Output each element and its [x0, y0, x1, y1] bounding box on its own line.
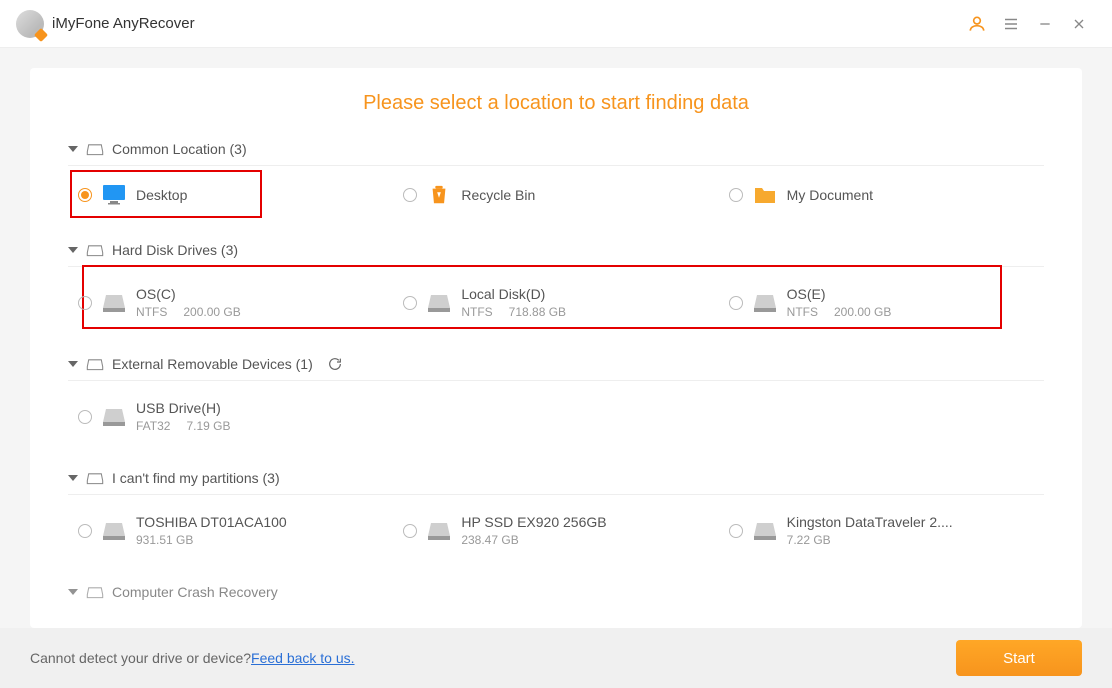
location-label: My Document	[787, 186, 873, 205]
section-title: Common Location (3)	[112, 141, 247, 157]
section-crash-recovery: Computer Crash Recovery	[68, 576, 1044, 608]
drive-icon	[86, 471, 104, 485]
location-label: Desktop	[136, 186, 187, 205]
start-button[interactable]: Start	[956, 640, 1082, 676]
radio[interactable]	[729, 188, 743, 202]
page-heading: Please select a location to start findin…	[30, 68, 1082, 133]
section-hdd: Hard Disk Drives (3) OS(C) NTFS 200.00 GB	[68, 234, 1044, 338]
section-title: External Removable Devices (1)	[112, 356, 313, 372]
chevron-down-icon	[68, 247, 78, 253]
chevron-down-icon	[68, 361, 78, 367]
hamburger-icon	[1002, 15, 1020, 33]
title-bar: iMyFone AnyRecover	[0, 0, 1112, 48]
section-header-lost[interactable]: I can't find my partitions (3)	[68, 462, 1044, 495]
drive-usb-h[interactable]: USB Drive(H) FAT32 7.19 GB	[68, 393, 393, 440]
drive-fs: FAT32	[136, 418, 170, 434]
drive-fs: NTFS	[787, 304, 818, 320]
app-title: iMyFone AnyRecover	[52, 15, 195, 32]
monitor-icon	[102, 184, 126, 206]
hdd-icon	[427, 292, 451, 314]
refresh-icon[interactable]	[327, 356, 343, 372]
radio[interactable]	[78, 524, 92, 538]
footer-prompt: Cannot detect your drive or device?	[30, 650, 251, 666]
trash-icon	[427, 184, 451, 206]
hdd-icon	[102, 406, 126, 428]
drive-name: USB Drive(H)	[136, 399, 231, 418]
location-desktop[interactable]: Desktop	[68, 178, 393, 212]
drive-icon	[86, 357, 104, 371]
drive-icon	[86, 243, 104, 257]
radio[interactable]	[403, 296, 417, 310]
partition-kingston[interactable]: Kingston DataTraveler 2.... 7.22 GB	[719, 507, 1044, 554]
minimize-icon	[1037, 16, 1053, 32]
drive-size: 238.47 GB	[461, 532, 518, 548]
app-logo-icon	[16, 10, 44, 38]
drive-name: Kingston DataTraveler 2....	[787, 513, 953, 532]
section-external: External Removable Devices (1) USB Drive…	[68, 348, 1044, 452]
hdd-icon	[753, 292, 777, 314]
location-recycle-bin[interactable]: Recycle Bin	[393, 178, 718, 212]
drive-icon	[86, 585, 104, 599]
section-lost-partitions: I can't find my partitions (3) TOSHIBA D…	[68, 462, 1044, 566]
location-list[interactable]: Common Location (3) Desktop Recycle Bin	[30, 133, 1082, 628]
section-header-crash[interactable]: Computer Crash Recovery	[68, 576, 1044, 608]
drive-size: 200.00 GB	[183, 304, 240, 320]
section-header-common[interactable]: Common Location (3)	[68, 133, 1044, 166]
footer-bar: Cannot detect your drive or device? Feed…	[0, 628, 1112, 688]
hdd-icon	[427, 520, 451, 542]
hdd-icon	[102, 292, 126, 314]
section-common: Common Location (3) Desktop Recycle Bin	[68, 133, 1044, 224]
hdd-icon	[753, 520, 777, 542]
location-my-document[interactable]: My Document	[719, 178, 1044, 212]
feedback-link[interactable]: Feed back to us.	[251, 650, 355, 666]
radio[interactable]	[729, 524, 743, 538]
radio[interactable]	[78, 410, 92, 424]
account-button[interactable]	[960, 7, 994, 41]
close-button[interactable]	[1062, 7, 1096, 41]
chevron-down-icon	[68, 475, 78, 481]
user-icon	[967, 14, 987, 34]
radio[interactable]	[403, 188, 417, 202]
drive-size: 7.22 GB	[787, 532, 831, 548]
drive-size: 200.00 GB	[834, 304, 891, 320]
drive-icon	[86, 142, 104, 156]
drive-fs: NTFS	[461, 304, 492, 320]
section-header-external[interactable]: External Removable Devices (1)	[68, 348, 1044, 381]
chevron-down-icon	[68, 589, 78, 595]
section-title: Hard Disk Drives (3)	[112, 242, 238, 258]
drive-fs: NTFS	[136, 304, 167, 320]
drive-name: OS(C)	[136, 285, 241, 304]
section-title: Computer Crash Recovery	[112, 584, 278, 600]
drive-os-c[interactable]: OS(C) NTFS 200.00 GB	[68, 279, 393, 326]
radio[interactable]	[78, 296, 92, 310]
drive-name: TOSHIBA DT01ACA100	[136, 513, 287, 532]
drive-name: Local Disk(D)	[461, 285, 566, 304]
radio[interactable]	[403, 524, 417, 538]
drive-name: OS(E)	[787, 285, 892, 304]
drive-name: HP SSD EX920 256GB	[461, 513, 606, 532]
drive-size: 718.88 GB	[509, 304, 566, 320]
partition-hp-ssd[interactable]: HP SSD EX920 256GB 238.47 GB	[393, 507, 718, 554]
folder-icon	[753, 184, 777, 206]
drive-local-d[interactable]: Local Disk(D) NTFS 718.88 GB	[393, 279, 718, 326]
close-icon	[1071, 16, 1087, 32]
section-header-hdd[interactable]: Hard Disk Drives (3)	[68, 234, 1044, 267]
drive-os-e[interactable]: OS(E) NTFS 200.00 GB	[719, 279, 1044, 326]
radio-selected[interactable]	[78, 188, 92, 202]
menu-button[interactable]	[994, 7, 1028, 41]
drive-size: 931.51 GB	[136, 532, 193, 548]
minimize-button[interactable]	[1028, 7, 1062, 41]
drive-size: 7.19 GB	[186, 418, 230, 434]
radio[interactable]	[729, 296, 743, 310]
section-title: I can't find my partitions (3)	[112, 470, 280, 486]
location-label: Recycle Bin	[461, 186, 535, 205]
partition-toshiba[interactable]: TOSHIBA DT01ACA100 931.51 GB	[68, 507, 393, 554]
hdd-icon	[102, 520, 126, 542]
chevron-down-icon	[68, 146, 78, 152]
